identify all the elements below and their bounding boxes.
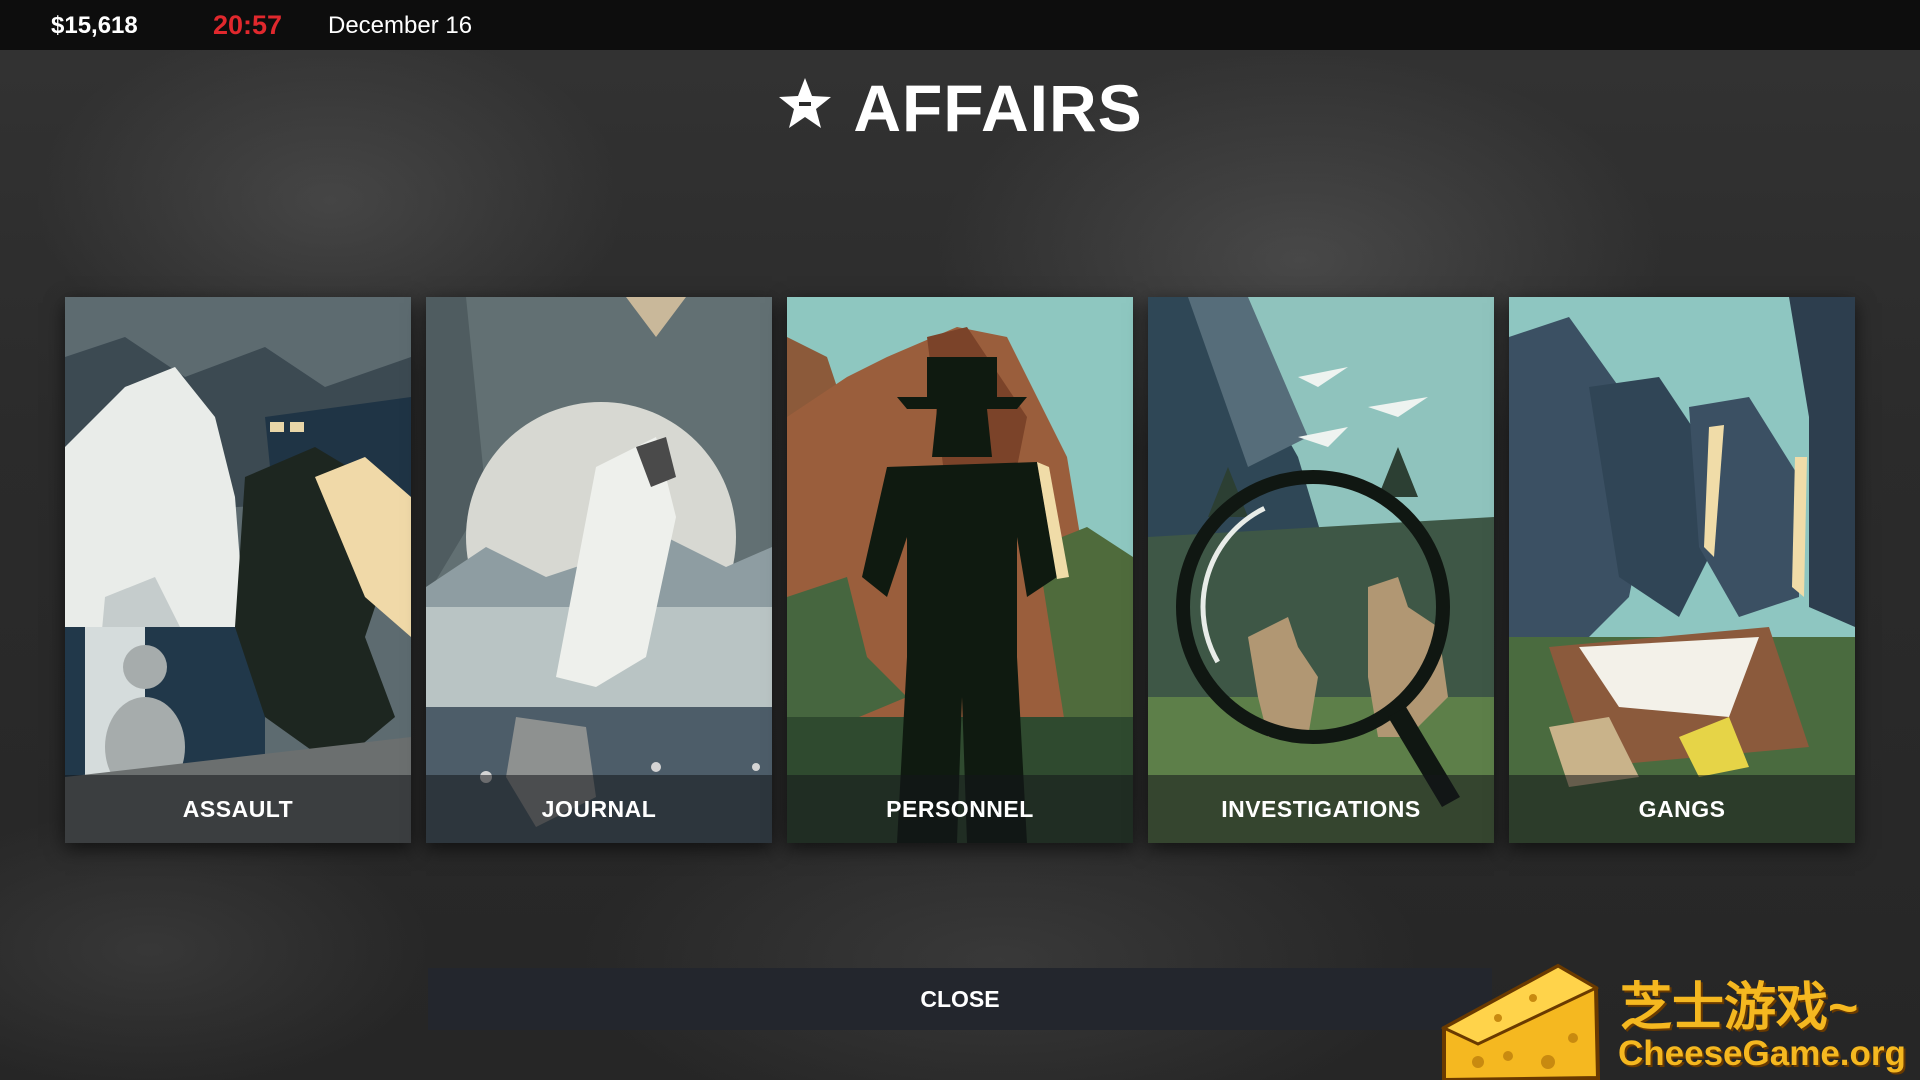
date-display: December 16 — [328, 12, 473, 39]
card-label: JOURNAL — [426, 775, 772, 843]
watermark-en-text: CheeseGame.org — [1618, 1034, 1906, 1073]
watermark-cn-text: 芝士游戏~ — [1620, 979, 1859, 1037]
page-title-text: AFFAIRS — [853, 71, 1143, 145]
clock-display: 20:57 — [213, 10, 283, 40]
gang-silhouettes-illustration — [1509, 297, 1855, 843]
card-investigations[interactable]: INVESTIGATIONS — [1148, 297, 1494, 843]
page-title: AFFAIRS — [0, 70, 1920, 147]
frozen-lake-moon-illustration — [426, 297, 772, 843]
card-assault[interactable]: ASSAULT — [65, 297, 411, 843]
card-gangs[interactable]: GANGS — [1509, 297, 1855, 843]
card-label: INVESTIGATIONS — [1148, 775, 1494, 843]
close-button[interactable]: CLOSE — [428, 968, 1492, 1030]
ranger-silhouette-illustration — [787, 297, 1133, 843]
card-label: PERSONNEL — [787, 775, 1133, 843]
card-label: ASSAULT — [65, 775, 411, 843]
card-personnel[interactable]: PERSONNEL — [787, 297, 1133, 843]
magnifier-deer-illustration — [1148, 297, 1494, 843]
top-hud-bar: $15,618 20:57 December 16 — [0, 0, 1920, 50]
star-icon — [777, 71, 833, 147]
card-label: GANGS — [1509, 775, 1855, 843]
affairs-card-row: ASSAULT JOURNAL PERSONNEL INVESTIGATIONS… — [65, 297, 1855, 843]
snow-fort-illustration — [65, 297, 411, 843]
money-display: $15,618 — [51, 12, 138, 39]
card-journal[interactable]: JOURNAL — [426, 297, 772, 843]
